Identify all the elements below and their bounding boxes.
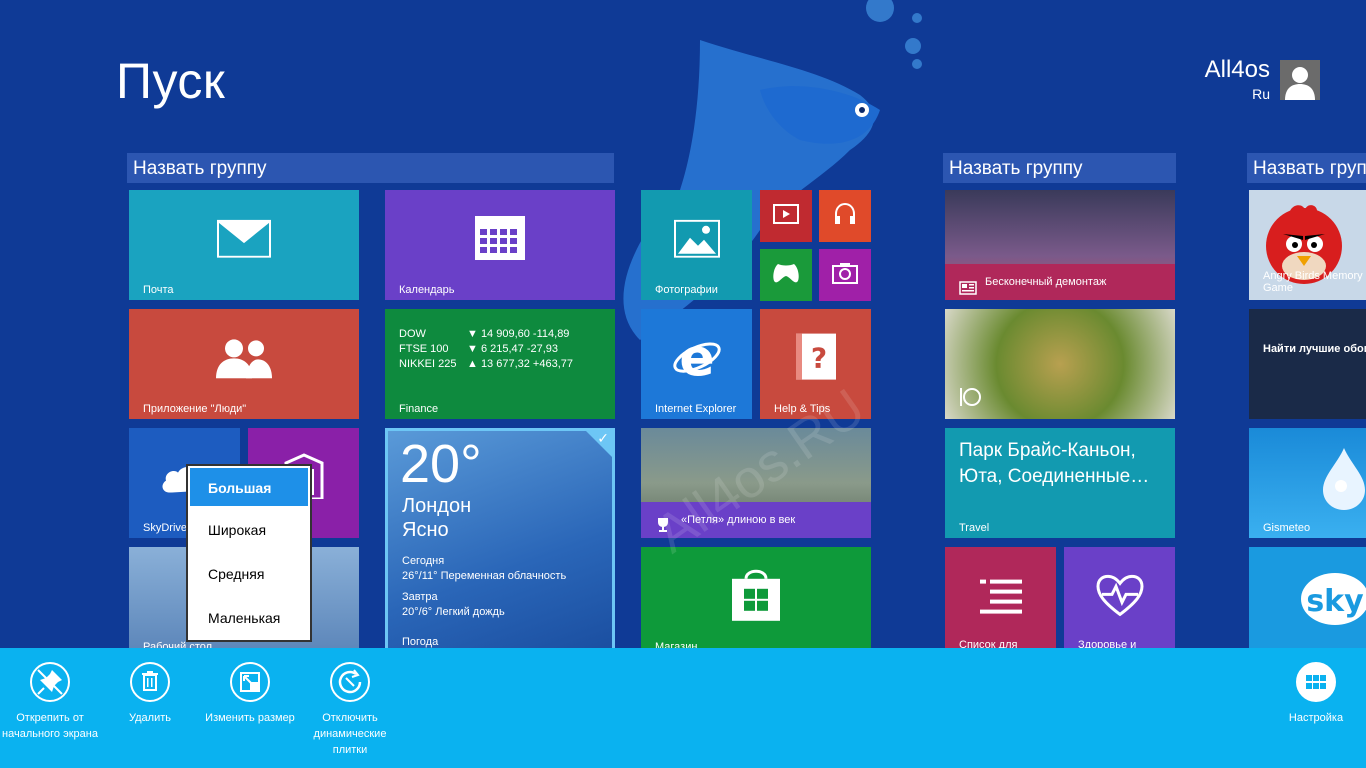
calendar-icon xyxy=(474,215,526,265)
heart-pulse-icon xyxy=(1095,574,1144,620)
store-bag-icon xyxy=(730,565,782,627)
avatar xyxy=(1280,60,1320,100)
customize-button[interactable]: Настройка xyxy=(1266,662,1366,726)
tile-weather[interactable]: ✓ 20° Лондон Ясно Сегодня 26°/11° Переме… xyxy=(385,428,615,657)
tile-video[interactable] xyxy=(760,190,812,242)
tile-health[interactable]: Здоровье и фитнес xyxy=(1064,547,1175,657)
user-name: All4os xyxy=(1204,56,1270,83)
wallpapers-text: Найти лучшие обои xyxy=(1263,343,1366,355)
tile-label: Finance xyxy=(399,403,439,415)
weather-tomorrow-label: Завтра xyxy=(402,591,438,603)
weather-city: Лондон xyxy=(402,495,472,517)
tile-label: Погода xyxy=(402,636,439,648)
skype-icon: sky xyxy=(1297,569,1366,633)
help-book-icon: ? xyxy=(794,332,838,386)
weather-tomorrow: 20°/6° Легкий дождь xyxy=(402,606,505,618)
tile-camera[interactable] xyxy=(819,249,871,301)
tile-skype[interactable]: sky xyxy=(1249,547,1366,657)
news-bar: Бесконечный демонтаж xyxy=(945,264,1175,300)
travel-headline: Парк Брайс-Каньон, Юта, Соединенные… xyxy=(959,440,1150,487)
tile-label: Gismeteo xyxy=(1263,522,1311,534)
group-header-1[interactable]: Назвать группу xyxy=(127,153,614,183)
tile-gismeteo[interactable]: Gismeteo xyxy=(1249,428,1366,538)
menu-item-medium[interactable]: Средняя xyxy=(188,552,310,596)
live-tiles-button[interactable]: Отключить динамические плитки xyxy=(300,662,400,758)
delete-button[interactable]: Удалить xyxy=(100,662,200,726)
tile-help[interactable]: ? Help & Tips xyxy=(760,309,871,419)
trophy-icon xyxy=(655,512,671,538)
tile-photos[interactable]: Фотографии xyxy=(641,190,752,300)
live-tile-off-icon xyxy=(330,662,370,702)
tile-sport-news[interactable]: «Петля» длиною в век xyxy=(641,428,871,538)
headphones-icon xyxy=(833,202,857,230)
page-title: Пуск xyxy=(116,53,226,109)
people-icon xyxy=(214,336,274,382)
user-subtitle: Ru xyxy=(1252,86,1270,102)
unpin-button[interactable]: Открепить от начального экрана xyxy=(0,662,100,742)
trash-icon xyxy=(130,662,170,702)
resize-menu: Большая Широкая Средняя Маленькая xyxy=(186,464,312,642)
unpin-icon xyxy=(30,662,70,702)
tile-games[interactable] xyxy=(760,249,812,301)
customize-label: Настройка xyxy=(1288,712,1344,724)
svg-text:e: e xyxy=(679,332,714,382)
tile-store[interactable]: Магазин xyxy=(641,547,871,657)
menu-item-wide[interactable]: Широкая xyxy=(188,508,310,552)
ie-icon: e xyxy=(672,329,722,389)
weather-condition: Ясно xyxy=(402,519,449,541)
live-tiles-label: Отключить динамические плитки xyxy=(313,712,387,756)
tile-label: Фотографии xyxy=(655,284,718,296)
weather-today-label: Сегодня xyxy=(402,555,445,567)
gismeteo-drop-icon xyxy=(1321,446,1366,516)
finance-ticker: DOW ▼ 14 909,60 -114,89 FTSE 100 ▼ 6 215,4… xyxy=(399,328,574,370)
tile-finance[interactable]: DOW ▼ 14 909,60 -114,89 FTSE 100 ▼ 6 215,4… xyxy=(385,309,615,419)
menu-item-small[interactable]: Маленькая xyxy=(188,596,310,640)
camera-icon xyxy=(832,262,858,288)
customize-grid-icon xyxy=(1296,662,1336,702)
user-icon xyxy=(1285,67,1315,100)
svg-text:sky: sky xyxy=(1306,584,1364,619)
unpin-label: Открепить от начального экрана xyxy=(2,712,98,740)
tile-news[interactable]: Бесконечный демонтаж xyxy=(945,190,1175,300)
tile-label: SkyDrive xyxy=(143,522,188,534)
tile-label: Travel xyxy=(959,522,990,534)
resize-label: Изменить размер xyxy=(205,712,295,724)
gamepad-icon xyxy=(772,262,800,288)
tile-people[interactable]: Приложение "Люди" xyxy=(129,309,359,419)
tile-mail[interactable]: Почта xyxy=(129,190,359,300)
resize-icon xyxy=(230,662,270,702)
selected-check-icon: ✓ xyxy=(586,431,612,457)
sport-news-bar: «Петля» длиною в век xyxy=(641,502,871,538)
tile-food[interactable] xyxy=(945,309,1175,419)
weather-temperature: 20° xyxy=(400,434,482,494)
tile-label: Почта xyxy=(143,284,174,296)
group-header-3[interactable]: Назвать группу xyxy=(1247,153,1366,183)
video-icon xyxy=(773,204,799,228)
delete-label: Удалить xyxy=(129,712,171,724)
tile-travel[interactable]: Парк Брайс-Каньон, Юта, Соединенные… Tra… xyxy=(945,428,1175,538)
reading-list-icon xyxy=(978,576,1024,620)
news-icon xyxy=(959,274,977,300)
group-header-2[interactable]: Назвать группу xyxy=(943,153,1176,183)
tile-calendar[interactable]: Календарь xyxy=(385,190,615,300)
mail-icon xyxy=(217,219,271,262)
tile-wallpapers[interactable]: Найти лучшие обои xyxy=(1249,309,1366,419)
tile-reading-list[interactable]: Список для чтения xyxy=(945,547,1056,657)
svg-text:?: ? xyxy=(810,342,826,375)
app-bar: Открепить от начального экрана Удалить И… xyxy=(0,648,1366,768)
photo-icon xyxy=(673,219,720,262)
resize-button[interactable]: Изменить размер xyxy=(200,662,300,726)
tile-label: Приложение "Люди" xyxy=(143,403,247,415)
weather-today: 26°/11° Переменная облачность xyxy=(402,570,567,582)
tile-label: Angry Birds Memory Game xyxy=(1263,270,1363,294)
tile-label: Календарь xyxy=(399,284,455,296)
tile-label: Help & Tips xyxy=(774,403,831,415)
tile-angry-birds[interactable]: Angry Birds Memory Game xyxy=(1249,190,1366,300)
food-icon xyxy=(959,387,981,411)
menu-item-large[interactable]: Большая xyxy=(190,468,308,506)
tile-label: Internet Explorer xyxy=(655,403,737,415)
tile-music[interactable] xyxy=(819,190,871,242)
tile-ie[interactable]: e Internet Explorer xyxy=(641,309,752,419)
